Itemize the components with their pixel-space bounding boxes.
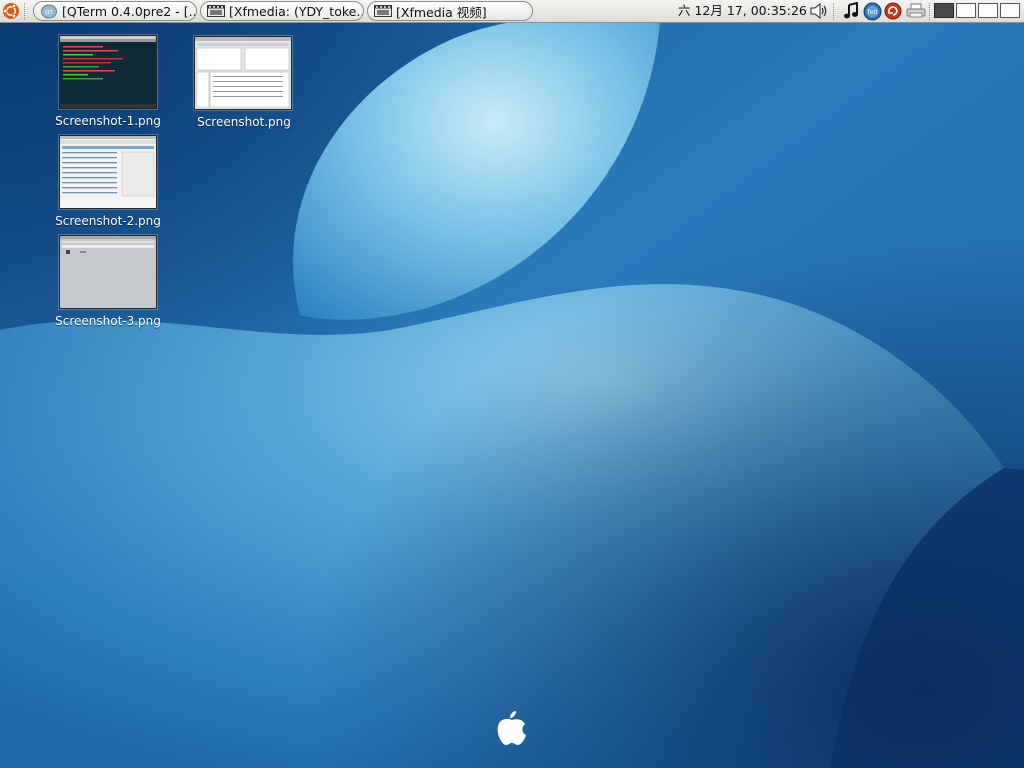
workspace-2[interactable] (956, 3, 976, 18)
ubuntu-logo-icon (3, 3, 19, 19)
workspace-4[interactable] (1000, 3, 1020, 18)
desktop-icon-label[interactable]: Screenshot-2.png (43, 214, 173, 228)
taskbar-button-label: [Xfmedia 视频] (396, 4, 487, 20)
printer-icon (906, 3, 926, 18)
file-browser-preview (195, 37, 291, 109)
screenshot-3-thumbnail[interactable] (59, 235, 157, 309)
tray-printer[interactable] (906, 1, 926, 21)
update-icon (884, 2, 902, 20)
network-globe-icon: fetl (863, 2, 881, 20)
workspace-3[interactable] (978, 3, 998, 18)
apple-logo-icon (497, 711, 526, 745)
screenshot-thumbnail[interactable] (194, 36, 292, 110)
applications-menu-button[interactable] (0, 0, 22, 22)
svg-text:QT: QT (45, 10, 53, 16)
desktop-icon-label[interactable]: Screenshot-3.png (43, 314, 173, 328)
taskbar-button-label: [Xfmedia: (YDY_toke... (229, 3, 363, 19)
music-note-icon (844, 2, 858, 19)
panel-separator (24, 3, 27, 20)
screenshot-2-thumbnail[interactable] (59, 135, 157, 209)
tray-update[interactable] (883, 1, 903, 21)
film-icon (374, 4, 392, 19)
tray-music[interactable] (841, 1, 861, 21)
dark-terminal-preview (60, 36, 156, 108)
film-icon (207, 4, 225, 19)
screenshot-1-thumbnail[interactable] (59, 35, 157, 109)
panel-clock[interactable]: 六 12月 17, 00:35:26 (678, 0, 807, 22)
taskbar-button-qterm[interactable]: QT [QTerm 0.4.0pre2 - [... (33, 1, 197, 21)
desktop-icon-label[interactable]: Screenshot.png (179, 115, 309, 129)
taskbar-button-label: [QTerm 0.4.0pre2 - [... (62, 3, 196, 19)
taskbar-button-xfmedia-video[interactable]: [Xfmedia 视频] (367, 1, 533, 21)
web-browser-preview (60, 136, 156, 208)
workspace-1[interactable] (934, 3, 954, 18)
top-panel: QT [QTerm 0.4.0pre2 - [... [Xfmedia: (YD… (0, 0, 1024, 23)
qterm-icon: QT (40, 4, 58, 19)
gray-window-preview (60, 236, 156, 308)
panel-separator (929, 3, 932, 20)
panel-separator (833, 3, 836, 20)
svg-text:fetl: fetl (867, 9, 877, 16)
speaker-icon[interactable] (809, 2, 829, 20)
desktop-icon-label[interactable]: Screenshot-1.png (43, 114, 173, 128)
taskbar-button-xfmedia-ydy[interactable]: [Xfmedia: (YDY_toke... (200, 1, 364, 21)
tray-network[interactable]: fetl (862, 1, 882, 21)
